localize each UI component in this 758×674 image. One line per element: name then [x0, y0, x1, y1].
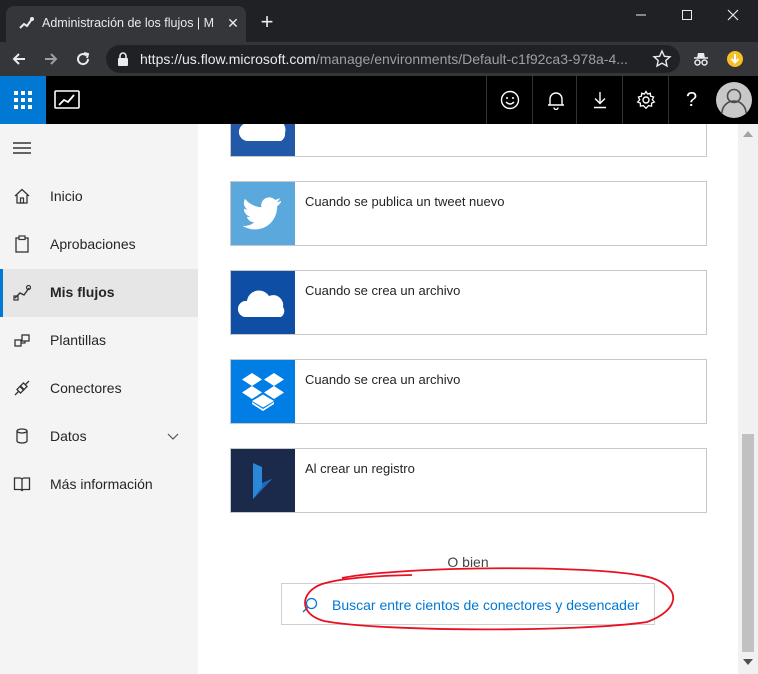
trigger-label: Cuando se crea un archivo [305, 283, 461, 298]
trigger-card-twitter[interactable]: Cuando se publica un tweet nuevo [230, 181, 707, 246]
search-placeholder: Buscar entre cientos de conectores y des… [332, 597, 640, 613]
forward-button[interactable] [38, 46, 64, 72]
reload-button[interactable] [70, 46, 96, 72]
onedrive-tile [231, 271, 295, 334]
hamburger-menu-icon[interactable] [12, 140, 32, 156]
address-bar[interactable]: https://us.flow.microsoft.com/manage/env… [106, 45, 680, 73]
trigger-label: Cuando se crea un archivo [305, 372, 461, 387]
sidebar-item-aprobaciones[interactable]: Aprobaciones [0, 221, 198, 269]
left-navigation: Inicio Aprobaciones Mis flujos Plantilla… [0, 124, 198, 674]
gear-icon [636, 90, 655, 110]
app-header: ? [0, 76, 758, 124]
sidebar-item-label: Conectores [50, 380, 122, 396]
question-mark-icon: ? [685, 88, 698, 111]
flow-logo-icon[interactable] [54, 90, 80, 110]
close-tab-icon[interactable]: ✕ [224, 14, 242, 32]
url-text: https://us.flow.microsoft.com/manage/env… [140, 51, 628, 67]
book-icon [13, 477, 31, 492]
download-icon [593, 92, 606, 109]
search-icon [302, 597, 318, 613]
update-badge-icon[interactable] [724, 48, 746, 70]
arrow-left-icon [12, 53, 25, 65]
plug-icon [14, 380, 30, 396]
sidebar-item-mas-informacion[interactable]: Más información [0, 461, 198, 509]
dropbox-tile [231, 360, 295, 423]
waffle-icon [14, 91, 32, 109]
back-button[interactable] [6, 46, 32, 72]
flow-icon [13, 284, 31, 301]
scrollbar-thumb[interactable] [742, 434, 754, 652]
user-icon [717, 83, 751, 117]
dynamics-logo-icon [253, 462, 272, 499]
smiley-icon [500, 90, 519, 110]
chevron-down-icon[interactable] [166, 429, 180, 443]
download-button[interactable] [576, 76, 622, 124]
onedrive-cloud-icon [239, 124, 286, 141]
trigger-label: Al crear un registro [305, 461, 415, 476]
update-arrow-icon [727, 51, 743, 67]
twitter-bird-icon [243, 196, 281, 229]
onedrive-tile [231, 124, 295, 156]
new-tab-button[interactable]: + [256, 11, 278, 33]
flow-favicon-icon [19, 17, 34, 29]
lock-icon [118, 52, 128, 66]
vertical-scrollbar[interactable] [738, 124, 758, 674]
sidebar-item-label: Inicio [50, 188, 83, 204]
arrow-right-icon [45, 53, 58, 65]
scroll-up-arrow-icon[interactable] [743, 130, 753, 138]
extension-icon[interactable] [690, 48, 712, 70]
clipboard-icon [15, 235, 29, 253]
browser-tab[interactable]: Administración de los flujos | Microsoft… [6, 6, 246, 42]
database-icon [16, 428, 28, 444]
sidebar-item-label: Datos [50, 428, 87, 444]
app-launcher-button[interactable] [0, 76, 46, 124]
notifications-button[interactable] [532, 76, 578, 124]
connector-search-input[interactable]: Buscar entre cientos de conectores y des… [281, 583, 655, 625]
home-icon [14, 188, 30, 204]
settings-button[interactable] [622, 76, 668, 124]
browser-toolbar: https://us.flow.microsoft.com/manage/env… [0, 42, 758, 76]
or-separator-text: O bien [447, 554, 489, 570]
sidebar-item-label: Aprobaciones [50, 236, 136, 252]
templates-icon [14, 334, 30, 347]
maximize-icon [682, 10, 692, 20]
trigger-label: Cuando se publica un tweet nuevo [305, 194, 505, 209]
sidebar-item-label: Mis flujos [50, 284, 115, 300]
twitter-tile [231, 182, 295, 245]
sidebar-item-conectores[interactable]: Conectores [0, 365, 198, 413]
trigger-card-dropbox[interactable]: Cuando se crea un archivo [230, 359, 707, 424]
sidebar-item-label: Más información [50, 476, 153, 492]
dropbox-icon [242, 372, 284, 411]
sidebar-item-inicio[interactable]: Inicio [0, 173, 198, 221]
onedrive-cloud-icon [237, 289, 285, 317]
dynamics-tile [231, 449, 295, 512]
minimize-icon [636, 14, 646, 16]
minimize-window-button[interactable] [618, 0, 664, 30]
reload-icon [77, 52, 90, 66]
trigger-card-dynamics[interactable]: Al crear un registro [230, 448, 707, 513]
bookmark-star-icon[interactable] [652, 49, 672, 69]
maximize-window-button[interactable] [664, 0, 710, 30]
avatar[interactable] [716, 82, 752, 118]
trigger-card-onedrive[interactable] [230, 124, 707, 157]
sidebar-item-datos[interactable]: Datos [0, 413, 198, 461]
incognito-icon [694, 53, 708, 66]
scroll-down-arrow-icon[interactable] [743, 658, 753, 666]
sidebar-item-plantillas[interactable]: Plantillas [0, 317, 198, 365]
browser-tabstrip: Administración de los flujos | Microsoft… [0, 0, 758, 42]
close-icon [727, 9, 739, 21]
trigger-card-onedrive-file[interactable]: Cuando se crea un archivo [230, 270, 707, 335]
tab-title: Administración de los flujos | Microsoft… [42, 16, 214, 30]
bell-icon [547, 92, 564, 110]
feedback-button[interactable] [486, 76, 532, 124]
sidebar-item-mis-flujos[interactable]: Mis flujos [0, 269, 198, 317]
help-button[interactable]: ? [668, 76, 714, 124]
close-window-button[interactable] [710, 0, 756, 30]
main-content: Cuando se publica un tweet nuevo Cuando … [198, 124, 738, 674]
sidebar-item-label: Plantillas [50, 332, 107, 348]
